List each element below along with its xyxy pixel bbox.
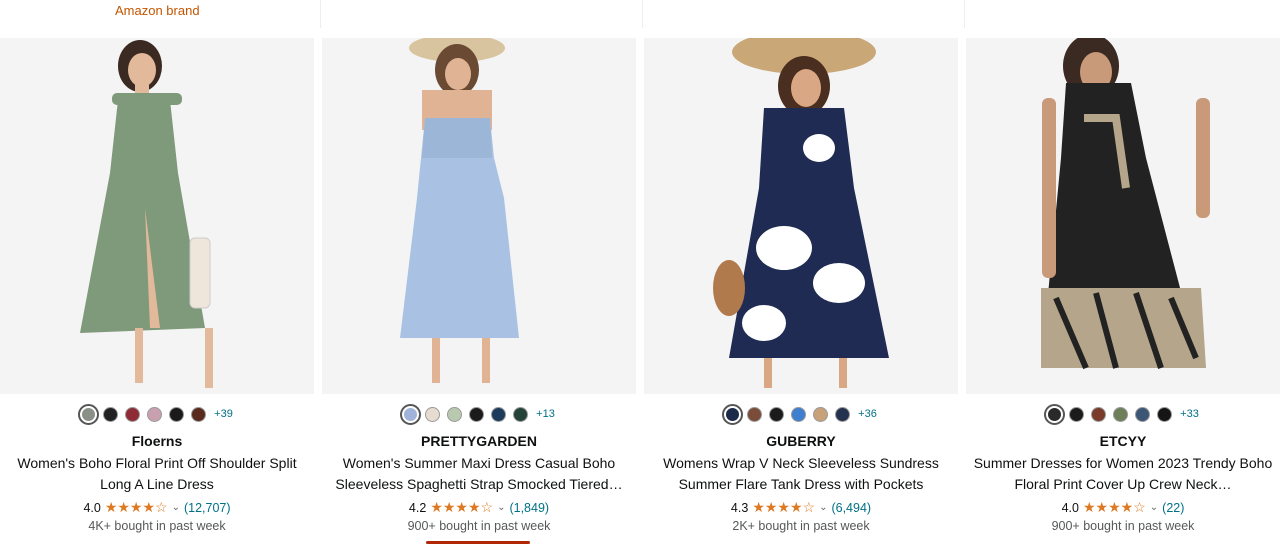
color-swatch[interactable] (147, 406, 163, 422)
color-swatch[interactable] (1044, 403, 1066, 425)
more-colors-link[interactable]: +33 (1180, 408, 1199, 420)
previous-card-4 (964, 0, 1280, 28)
previous-card-3 (642, 0, 957, 28)
color-swatch[interactable] (835, 406, 851, 422)
bought-in-past-week: 2K+ bought in past week (732, 519, 870, 533)
color-swatch[interactable] (813, 406, 829, 422)
product-rating: 4.0 ★★★★☆ ⌄ (12,707) (0, 499, 314, 516)
star-rating-icon[interactable]: ★★★★☆ (430, 499, 493, 516)
color-swatch[interactable] (469, 406, 485, 422)
color-swatch[interactable] (447, 406, 463, 422)
color-swatch[interactable] (425, 406, 441, 422)
color-swatch[interactable] (1135, 406, 1151, 422)
product-title[interactable]: Womens Wrap V Neck Sleeveless Sundress S… (650, 453, 952, 495)
product-card[interactable]: +36 GUBERRY Womens Wrap V Neck Sleeveles… (644, 38, 958, 544)
chevron-down-icon[interactable]: ⌄ (819, 502, 827, 513)
color-swatch[interactable] (747, 406, 763, 422)
product-title[interactable]: Women's Boho Floral Print Off Shoulder S… (6, 453, 308, 495)
rating-value: 4.0 (1061, 500, 1079, 515)
more-colors-link[interactable]: +39 (214, 408, 233, 420)
chevron-down-icon[interactable]: ⌄ (172, 502, 180, 513)
rating-value: 4.3 (730, 500, 749, 515)
star-rating-icon[interactable]: ★★★★☆ (1083, 499, 1146, 516)
product-card[interactable]: +33 ETCYY Summer Dresses for Women 2023 … (966, 38, 1280, 544)
color-swatch[interactable] (400, 403, 422, 425)
product-brand: PRETTYGARDEN (421, 433, 537, 449)
review-count-link[interactable]: (6,494) (831, 501, 871, 515)
color-swatches: +33 (966, 403, 1280, 425)
rating-value: 4.0 (83, 500, 101, 515)
color-swatch[interactable] (769, 406, 785, 422)
product-rating: 4.2 ★★★★☆ ⌄ (1,849) (322, 499, 636, 516)
rating-value: 4.2 (408, 500, 427, 515)
color-swatch[interactable] (78, 403, 100, 425)
product-image[interactable] (966, 38, 1280, 394)
product-grid: +39 Floerns Women's Boho Floral Print Of… (0, 38, 1280, 544)
color-swatch[interactable] (491, 406, 507, 422)
product-title[interactable]: Women's Summer Maxi Dress Casual Boho Sl… (328, 453, 630, 495)
color-swatch[interactable] (169, 406, 185, 422)
previous-card-1: Amazon brand (0, 0, 314, 28)
previous-row-bottom: Amazon brand (0, 0, 1280, 30)
color-swatches: +13 (322, 403, 636, 425)
product-card[interactable]: +39 Floerns Women's Boho Floral Print Of… (0, 38, 314, 544)
chevron-down-icon[interactable]: ⌄ (1150, 502, 1158, 513)
product-brand: ETCYY (1099, 433, 1147, 449)
product-rating: 4.0 ★★★★☆ ⌄ (22) (966, 499, 1280, 516)
product-image[interactable] (322, 38, 636, 394)
color-swatches: +39 (0, 403, 314, 425)
previous-card-2 (320, 0, 635, 28)
color-swatch[interactable] (103, 406, 119, 422)
color-swatch[interactable] (722, 403, 744, 425)
product-image[interactable] (0, 38, 314, 394)
amazon-brand-label[interactable]: Amazon brand (115, 3, 200, 18)
color-swatch[interactable] (1113, 406, 1129, 422)
product-brand: Floerns (131, 433, 183, 449)
star-rating-icon[interactable]: ★★★★☆ (105, 499, 168, 516)
chevron-down-icon[interactable]: ⌄ (497, 502, 505, 513)
product-brand: GUBERRY (766, 433, 836, 449)
bought-in-past-week: 900+ bought in past week (1051, 519, 1195, 533)
review-count-link[interactable]: (22) (1162, 501, 1184, 515)
color-swatch[interactable] (791, 406, 807, 422)
product-rating: 4.3 ★★★★☆ ⌄ (6,494) (644, 499, 958, 516)
more-colors-link[interactable]: +36 (858, 408, 877, 420)
color-swatch[interactable] (513, 406, 529, 422)
color-swatch[interactable] (125, 406, 141, 422)
review-count-link[interactable]: (12,707) (184, 501, 231, 515)
product-title[interactable]: Summer Dresses for Women 2023 Trendy Boh… (972, 453, 1274, 495)
color-swatch[interactable] (1069, 406, 1085, 422)
color-swatch[interactable] (191, 406, 207, 422)
review-count-link[interactable]: (1,849) (509, 501, 549, 515)
product-card[interactable]: +13 PRETTYGARDEN Women's Summer Maxi Dre… (322, 38, 636, 544)
bought-in-past-week: 900+ bought in past week (407, 519, 551, 533)
product-image[interactable] (644, 38, 958, 394)
color-swatch[interactable] (1157, 406, 1173, 422)
star-rating-icon[interactable]: ★★★★☆ (752, 499, 815, 516)
color-swatch[interactable] (1091, 406, 1107, 422)
bought-in-past-week: 4K+ bought in past week (88, 519, 226, 533)
more-colors-link[interactable]: +13 (536, 408, 555, 420)
color-swatches: +36 (644, 403, 958, 425)
